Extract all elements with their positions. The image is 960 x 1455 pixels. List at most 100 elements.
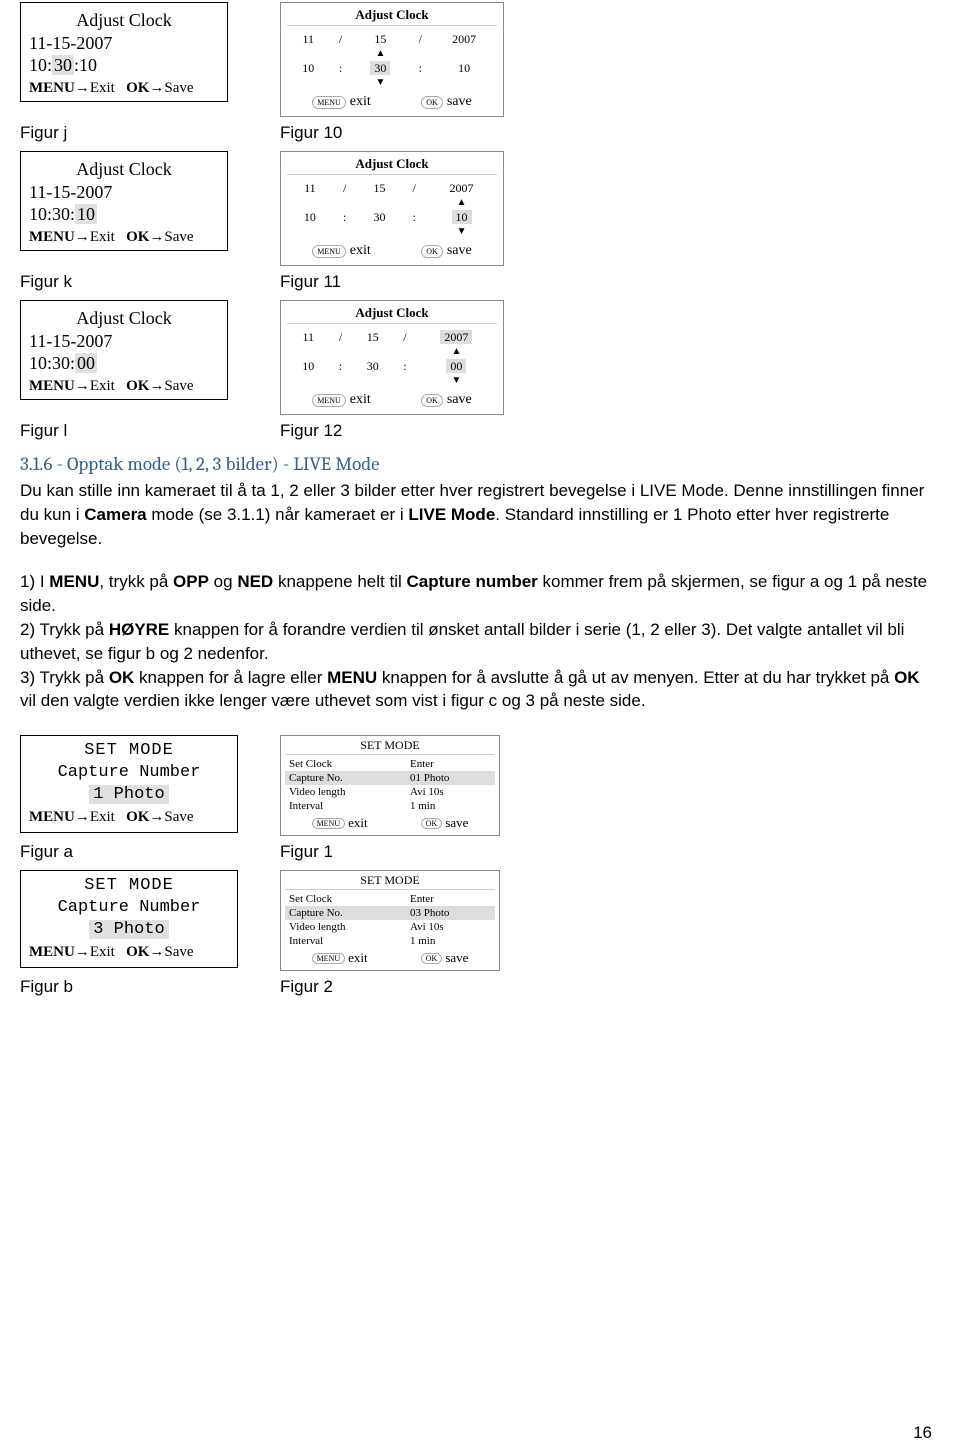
- save-label: save: [447, 243, 472, 259]
- value: Avi 10s: [406, 785, 495, 799]
- value-selected: 01 Photo: [406, 771, 495, 785]
- bold-text: NED: [237, 572, 273, 591]
- adjust-clock-panel-12: Adjust Clock 11 / 15 / 2007 ▲ 10 : 30 : …: [280, 300, 504, 415]
- section-heading: 3.1.6 - Opptak mode (1, 2, 3 bilder) - L…: [20, 453, 940, 475]
- sep: /: [409, 32, 431, 47]
- label: Video length: [285, 785, 406, 799]
- text: , trykk på: [99, 572, 173, 591]
- date-time-grid: 11 / 15 / 2007 ▲ 10 : 30 : 00 ▼: [287, 328, 497, 388]
- highlighted-value: 30: [52, 55, 74, 75]
- panel-title: Adjust Clock: [287, 156, 497, 175]
- exit-label: exit: [348, 815, 368, 831]
- value: 1 min: [406, 799, 495, 813]
- month: 11: [289, 32, 328, 47]
- hour: 10: [289, 61, 328, 76]
- caption-figur-2: Figur 2: [280, 977, 940, 997]
- box-title: SET MODE: [29, 740, 229, 762]
- adjust-clock-panel-11: Adjust Clock 11 / 15 / 2007 ▲ 10 : 30 : …: [280, 151, 504, 266]
- arrow-icon: →: [149, 80, 164, 96]
- exit-label: exit: [348, 950, 368, 966]
- menu-exit-line: MENU→Exit OK→Save: [29, 943, 229, 963]
- label: Interval: [285, 934, 406, 948]
- sep: :: [330, 359, 352, 374]
- label-selected: Capture No.: [285, 906, 406, 920]
- arrow-icon: →: [149, 944, 164, 960]
- bold-text: Capture number: [406, 572, 537, 591]
- ok-label: OK: [126, 944, 149, 960]
- menu-label: MENU: [29, 80, 75, 96]
- hour: 10: [289, 359, 328, 374]
- text: knappene helt til: [273, 572, 406, 591]
- setmode-panel-1: SET MODE Set ClockEnter Capture No.01 Ph…: [280, 735, 500, 836]
- bold-text: Camera: [84, 505, 146, 524]
- sep: /: [402, 181, 426, 196]
- year: 2007: [433, 32, 495, 47]
- save-label: save: [445, 950, 468, 966]
- step-1: 1) I MENU, trykk på OPP og NED knappene …: [20, 570, 940, 618]
- setmode-box-a: SET MODE Capture Number 1 Photo MENU→Exi…: [20, 735, 238, 833]
- save-label: Save: [164, 809, 193, 825]
- adjust-clock-box-j: Adjust Clock 11-15-2007 10:30:10 MENU→Ex…: [20, 2, 228, 102]
- text: mode (se 3.1.1) når kameraet er i: [147, 505, 409, 524]
- ok-label: OK: [126, 378, 149, 394]
- hour: 10: [289, 210, 331, 225]
- minute: 30: [353, 359, 392, 374]
- caption-figur-j: Figur j: [20, 123, 280, 143]
- menu-exit-line: MENU→Exit OK→Save: [29, 79, 219, 98]
- highlighted-value: 00: [75, 353, 97, 373]
- ok-label: OK: [126, 809, 149, 825]
- menu-exit-line: MENU→Exit OK→Save: [29, 808, 229, 828]
- exit-label: Exit: [90, 229, 115, 245]
- ok-button-icon: OK: [421, 96, 443, 109]
- settings-table: Set ClockEnter Capture No.03 Photo Video…: [285, 892, 495, 948]
- menu-label: MENU: [29, 378, 75, 394]
- arrow-icon: →: [149, 229, 164, 245]
- minute-highlighted: 30: [370, 61, 390, 75]
- save-label: Save: [164, 229, 193, 245]
- menu-button-icon: MENU: [312, 245, 346, 258]
- sep: /: [330, 32, 352, 47]
- ok-button-icon: OK: [421, 394, 443, 407]
- value-highlighted: 1 Photo: [89, 785, 168, 804]
- panel-title: Adjust Clock: [287, 7, 497, 26]
- month: 11: [289, 181, 331, 196]
- box-title: SET MODE: [29, 875, 229, 897]
- text: 1) I: [20, 572, 49, 591]
- save-label: Save: [164, 944, 193, 960]
- sep: :: [394, 359, 416, 374]
- caption-figur-12: Figur 12: [280, 421, 940, 441]
- exit-label: exit: [350, 243, 371, 259]
- menu-exit-line: MENU→Exit OK→Save: [29, 228, 219, 247]
- menu-button-icon: MENU: [312, 818, 346, 829]
- arrow-icon: →: [75, 80, 90, 96]
- value-highlighted: 3 Photo: [89, 920, 168, 939]
- panel-title: Adjust Clock: [287, 305, 497, 324]
- text: 3) Trykk på: [20, 668, 109, 687]
- caption-figur-l: Figur l: [20, 421, 280, 441]
- exit-label: Exit: [90, 944, 115, 960]
- page-number: 16: [913, 1423, 932, 1443]
- menu-button-icon: MENU: [312, 96, 346, 109]
- bold-text: OPP: [173, 572, 209, 591]
- save-label: save: [447, 392, 472, 408]
- second: 10: [433, 61, 495, 76]
- sep: /: [394, 330, 416, 345]
- label: Interval: [285, 799, 406, 813]
- day: 15: [359, 181, 401, 196]
- panel-title: SET MODE: [285, 873, 495, 890]
- text: knappen for å avslutte å gå ut av menyen…: [377, 668, 894, 687]
- bold-text: OK: [109, 668, 135, 687]
- day: 15: [353, 32, 407, 47]
- caption-figur-1: Figur 1: [280, 842, 940, 862]
- menu-button-icon: MENU: [312, 394, 346, 407]
- text: knappen for å lagre eller: [134, 668, 327, 687]
- bold-text: MENU: [49, 572, 99, 591]
- value-selected: 03 Photo: [406, 906, 495, 920]
- label: Video length: [285, 920, 406, 934]
- label-selected: Capture No.: [285, 771, 406, 785]
- box-title: Adjust Clock: [29, 307, 219, 330]
- arrow-icon: →: [149, 809, 164, 825]
- exit-label: exit: [350, 392, 371, 408]
- exit-label: Exit: [90, 80, 115, 96]
- arrow-icon: →: [75, 378, 90, 394]
